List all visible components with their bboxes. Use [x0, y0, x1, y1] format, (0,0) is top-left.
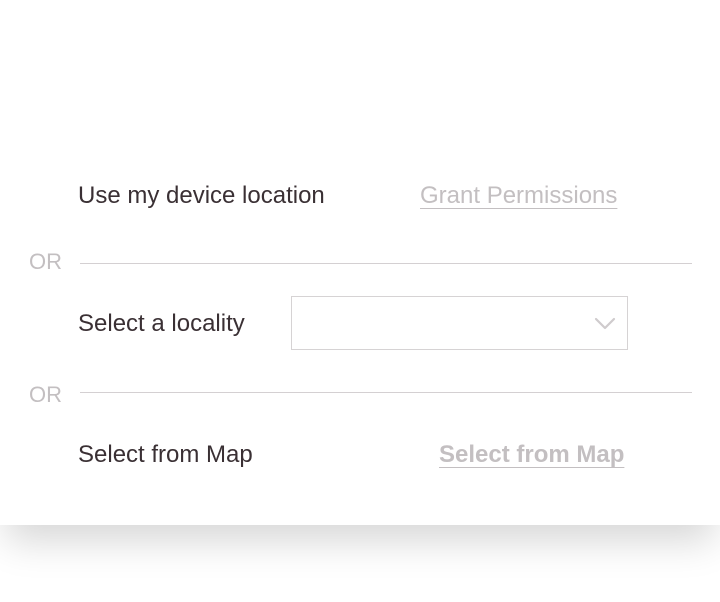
location-picker-card: Use my device location Grant Permissions…	[0, 0, 720, 525]
or-separator-label: OR	[29, 249, 62, 274]
or-separator-label: OR	[29, 382, 62, 407]
device-location-label: Use my device location	[78, 182, 325, 209]
chevron-down-icon	[593, 313, 617, 333]
grant-permissions-link[interactable]: Grant Permissions	[420, 182, 617, 210]
divider-line	[80, 392, 692, 393]
locality-select[interactable]	[291, 296, 628, 350]
select-from-map-link[interactable]: Select from Map	[439, 441, 624, 469]
locality-label: Select a locality	[78, 310, 245, 337]
map-label: Select from Map	[78, 441, 253, 468]
divider-line	[80, 263, 692, 264]
